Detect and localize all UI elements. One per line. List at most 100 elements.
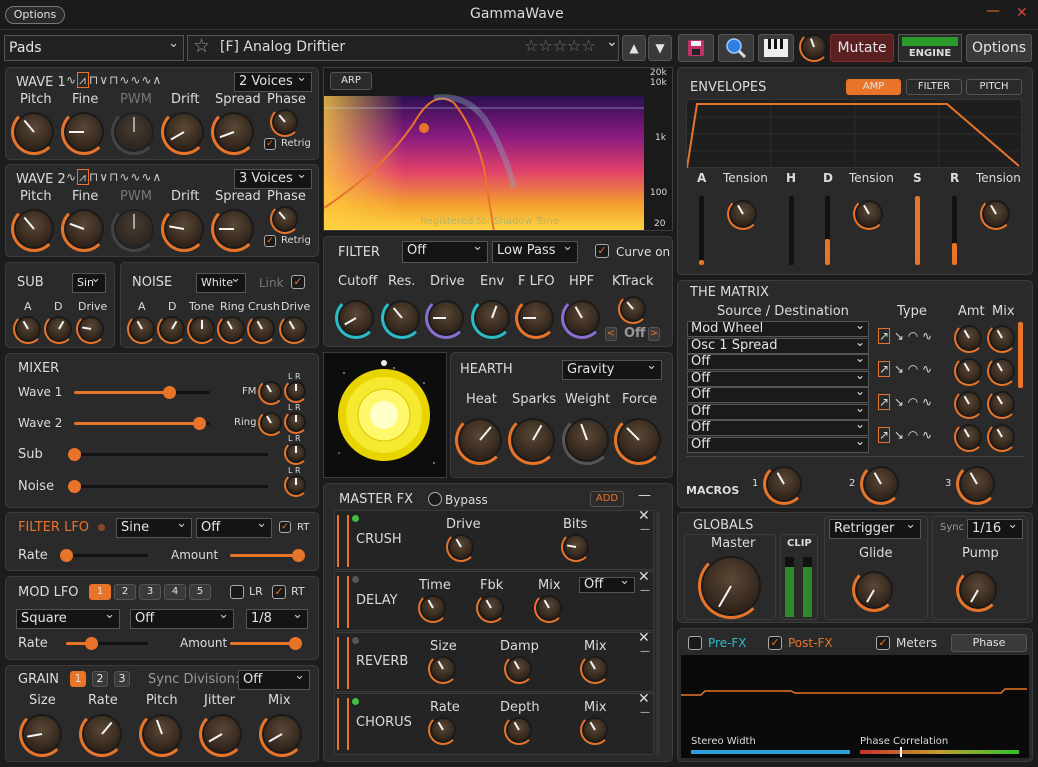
wave1-pwm-knob[interactable] — [111, 109, 157, 155]
spectrum-display[interactable] — [323, 67, 673, 231]
matrix-mix-knob-1[interactable] — [987, 323, 1017, 353]
hearth-sparks-knob[interactable] — [508, 415, 558, 465]
preset-dropdown-icon[interactable]: ⌄ — [606, 34, 618, 50]
macro-2-knob[interactable] — [860, 463, 902, 505]
mod-lfo-slot-2[interactable]: 2 — [114, 584, 136, 600]
grain-slot-3[interactable]: 3 — [114, 671, 130, 687]
wave1-retrig-checkbox[interactable]: ✓ — [264, 138, 276, 150]
category-select[interactable]: Pads — [4, 35, 184, 61]
matrix-scrollbar[interactable] — [1018, 322, 1023, 388]
mod-lfo-target-select[interactable]: Off — [130, 609, 234, 629]
fx-reverb-damp-knob[interactable] — [504, 654, 534, 684]
grain-slot-1[interactable]: 1 — [70, 671, 86, 687]
matrix-curve-icons-4[interactable]: ↗ ↘ ◠ ∿ — [878, 427, 932, 443]
meters-checkbox[interactable]: ✓ — [876, 636, 890, 650]
filter-type-select[interactable]: Low Pass — [492, 241, 578, 263]
preset-up-button[interactable]: ▲ — [622, 35, 646, 61]
macro-3-knob[interactable] — [956, 463, 998, 505]
mixer-wave1-slider[interactable] — [74, 386, 210, 399]
filter-env-knob[interactable] — [471, 297, 513, 339]
matrix-curve-icons-2[interactable]: ↗ ↘ ◠ ∿ — [878, 361, 932, 377]
filter-cutoff-knob[interactable] — [335, 297, 377, 339]
env-r-tension-knob[interactable] — [980, 198, 1012, 230]
wave1-spread-knob[interactable] — [211, 109, 257, 155]
mod-lfo-slot-5[interactable]: 5 — [189, 584, 211, 600]
noise-crush-knob[interactable] — [247, 314, 277, 344]
filter-lfo-rate-slider[interactable] — [60, 549, 148, 562]
mixer-pan2-knob[interactable] — [284, 410, 308, 434]
hearth-weight-knob[interactable] — [562, 415, 612, 465]
favorite-star-icon[interactable]: ☆ — [193, 35, 210, 57]
mod-lfo-slot-1[interactable]: 1 — [89, 584, 111, 600]
env-a-tension-knob[interactable] — [727, 198, 759, 230]
mutate-button[interactable]: Mutate — [830, 34, 894, 62]
mod-lfo-lr-checkbox[interactable] — [230, 585, 244, 599]
hearth-mode-select[interactable]: Gravity — [562, 360, 662, 380]
close-button[interactable]: ✕ — [1016, 5, 1028, 21]
pump-division-select[interactable]: 1/16 — [967, 519, 1023, 539]
mod-lfo-shape-select[interactable]: Square — [16, 609, 120, 629]
grain-pitch-knob[interactable] — [139, 711, 185, 757]
phase-button[interactable]: Phase — [951, 634, 1027, 652]
wave2-shape-selector[interactable]: ∿ ⩘ ⊓∨⊓∿∿∿∧ — [66, 169, 162, 185]
grain-rate-knob[interactable] — [79, 711, 125, 757]
fx-crush-minimize[interactable]: — — [640, 524, 650, 535]
wave1-voices-select[interactable]: 2 Voices — [234, 72, 312, 92]
grain-jitter-knob[interactable] — [199, 711, 245, 757]
filter-mode-select[interactable]: Off — [402, 241, 488, 263]
matrix-mix-knob-2[interactable] — [987, 356, 1017, 386]
mixer-pan3-knob[interactable] — [284, 441, 308, 465]
envelope-graph[interactable] — [686, 99, 1023, 169]
matrix-row-7[interactable]: Off — [687, 417, 869, 436]
mod-lfo-division-select[interactable]: 1/8 — [246, 609, 308, 629]
noise-ring-knob[interactable] — [217, 314, 247, 344]
matrix-amt-knob-4[interactable] — [954, 422, 984, 452]
fx-reverb-mix-knob[interactable] — [580, 654, 610, 684]
fx-crush-drive-knob[interactable] — [446, 532, 476, 562]
matrix-amt-knob-2[interactable] — [954, 356, 984, 386]
master-fx-collapse[interactable]: — — [638, 488, 651, 503]
wave2-phase-knob[interactable] — [270, 204, 300, 234]
filter-drive-knob[interactable] — [425, 297, 467, 339]
keyboard-icon[interactable] — [758, 34, 794, 62]
noise-tone-knob[interactable] — [187, 314, 217, 344]
grain-size-knob[interactable] — [19, 711, 65, 757]
glide-knob[interactable] — [852, 568, 896, 612]
filter-hpf-knob[interactable] — [561, 297, 603, 339]
wave2-pwm-knob[interactable] — [111, 206, 157, 252]
filter-curve-checkbox[interactable]: ✓ — [595, 244, 609, 258]
env-s-fader[interactable] — [915, 196, 920, 265]
grain-mix-knob[interactable] — [259, 711, 305, 757]
fx-scrollbar[interactable] — [656, 512, 660, 756]
noise-a-knob[interactable] — [127, 314, 157, 344]
minimize-button[interactable]: — — [986, 3, 1000, 19]
mixer-noise-slider[interactable] — [68, 480, 268, 493]
mixer-fm-knob[interactable] — [258, 379, 284, 405]
fx-crush-remove[interactable]: ✕ — [638, 508, 650, 524]
matrix-row-2[interactable]: Osc 1 Spread — [687, 335, 869, 354]
retrigger-select[interactable]: Retrigger — [829, 519, 921, 539]
noise-type-select[interactable]: White — [196, 273, 246, 293]
noise-drive-knob[interactable] — [279, 314, 309, 344]
wave2-drift-knob[interactable] — [161, 206, 207, 252]
hearth-heat-knob[interactable] — [455, 415, 505, 465]
rating-stars[interactable]: ☆☆☆☆☆ — [524, 36, 596, 55]
filter-lfo-shape-select[interactable]: Sine — [116, 518, 192, 538]
fx-chorus-remove[interactable]: ✕ — [638, 691, 650, 707]
mixer-ring-knob[interactable] — [258, 410, 284, 436]
filter-ktrack-knob[interactable] — [618, 294, 648, 324]
wave1-phase-knob[interactable] — [270, 107, 300, 137]
mod-lfo-slot-4[interactable]: 4 — [164, 584, 186, 600]
mod-lfo-slot-3[interactable]: 3 — [139, 584, 161, 600]
sub-drive-knob[interactable] — [76, 314, 106, 344]
fx-chorus-mix-knob[interactable] — [580, 715, 610, 745]
fx-chorus-rate-knob[interactable] — [428, 715, 458, 745]
master-fx-add-button[interactable]: ADD — [590, 491, 624, 507]
wave2-retrig-checkbox[interactable]: ✓ — [264, 235, 276, 247]
env-r-fader[interactable] — [952, 196, 957, 265]
wave2-voices-select[interactable]: 3 Voices — [234, 169, 312, 189]
wave2-pitch-knob[interactable] — [11, 206, 57, 252]
wave1-fine-knob[interactable] — [61, 109, 107, 155]
fx-reverb-minimize[interactable]: — — [640, 646, 650, 657]
fx-chorus-minimize[interactable]: — — [640, 707, 650, 718]
